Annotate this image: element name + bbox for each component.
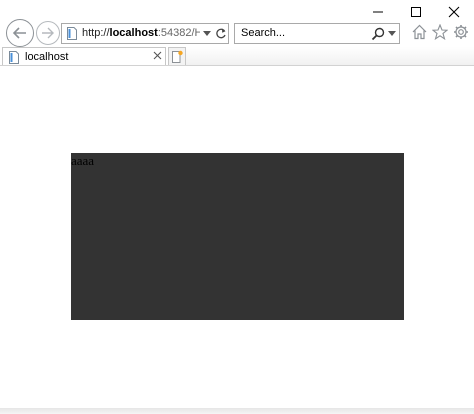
window-bottom-edge — [0, 408, 474, 414]
dropdown-arrow-icon[interactable] — [203, 31, 211, 36]
tab-close-icon[interactable] — [153, 51, 162, 60]
address-bar[interactable]: http://localhost:54382/Htr — [61, 23, 229, 44]
search-box[interactable]: Search... — [234, 23, 400, 44]
back-arrow-icon — [12, 27, 26, 39]
search-dropdown-icon[interactable] — [388, 31, 396, 36]
new-tab-icon — [172, 50, 183, 63]
forward-button[interactable] — [36, 21, 60, 45]
close-window-button[interactable] — [434, 0, 474, 24]
box-text: aaaa — [71, 153, 95, 168]
tab-label: localhost — [25, 51, 69, 63]
page-icon — [67, 27, 77, 40]
gear-icon[interactable] — [453, 24, 469, 40]
star-icon[interactable] — [432, 24, 448, 40]
minimize-icon — [373, 11, 383, 13]
tab-page-icon — [9, 51, 19, 64]
new-tab-button[interactable] — [168, 47, 186, 66]
tab-localhost[interactable]: localhost — [2, 47, 166, 66]
minimize-button[interactable] — [358, 0, 398, 24]
refresh-icon[interactable] — [215, 27, 227, 40]
search-icon[interactable] — [371, 27, 385, 41]
home-icon[interactable] — [412, 24, 427, 40]
dark-box: aaaa — [71, 153, 404, 320]
close-icon — [448, 6, 460, 18]
back-button[interactable] — [6, 19, 34, 47]
maximize-button[interactable] — [396, 0, 436, 24]
search-placeholder: Search... — [241, 27, 286, 39]
maximize-icon — [411, 7, 421, 17]
forward-arrow-icon — [42, 27, 54, 39]
address-text: http://localhost:54382/Htr — [82, 27, 200, 39]
tab-strip-background — [186, 47, 474, 65]
